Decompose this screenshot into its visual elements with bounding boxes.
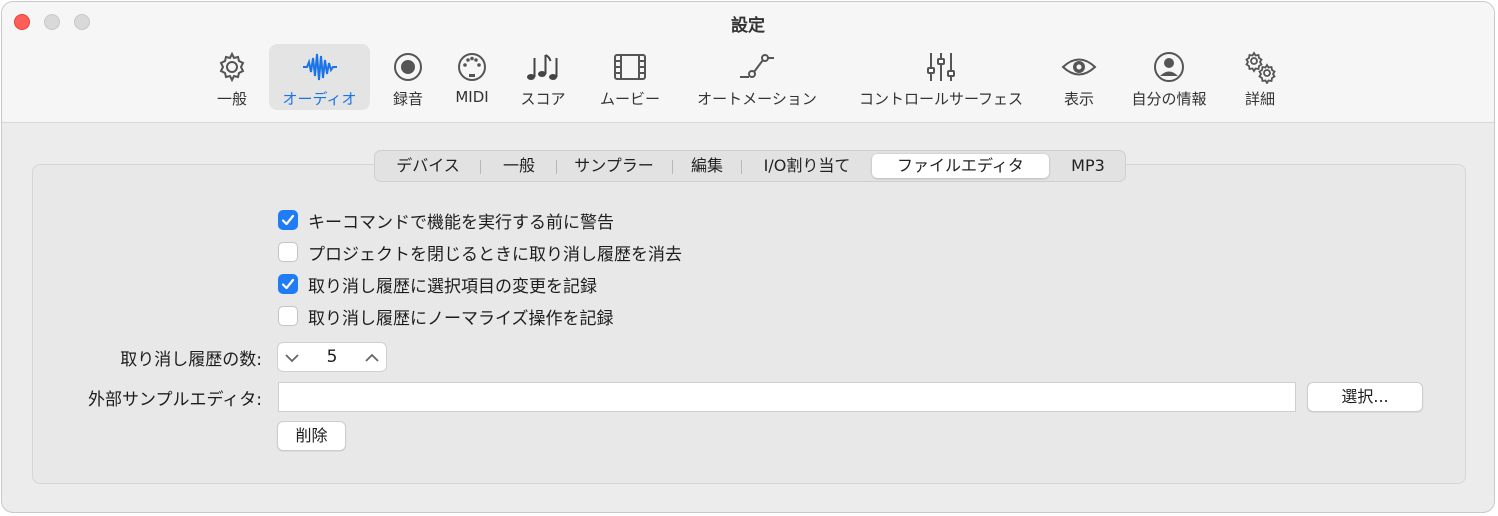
toolbar-item-advanced[interactable]: 詳細: [1228, 44, 1292, 110]
toolbar-label: 自分の情報: [1131, 90, 1207, 108]
tab-sampler[interactable]: サンプラー: [559, 154, 669, 178]
tab-mp3[interactable]: MP3: [1055, 154, 1121, 178]
tab-separator: [741, 160, 742, 174]
checkbox-unchecked[interactable]: [278, 306, 298, 326]
checkbox-unchecked[interactable]: [278, 242, 298, 262]
tab-edit[interactable]: 編集: [677, 154, 737, 178]
toolbar-label: 一般: [216, 90, 247, 108]
undo-count-stepper[interactable]: 5: [277, 342, 387, 372]
toolbar-item-automation[interactable]: オートメーション: [686, 44, 828, 110]
choose-button[interactable]: 選択...: [1307, 382, 1423, 412]
external-editor-path-field[interactable]: [278, 382, 1296, 412]
tab-separator: [480, 160, 481, 174]
option-warn-key-command[interactable]: キーコマンドで機能を実行する前に警告: [278, 208, 614, 233]
midi-port-icon: [458, 53, 486, 81]
toolbar-label: コントロールサーフェス: [858, 90, 1024, 108]
toolbar-item-general[interactable]: 一般: [200, 44, 264, 110]
undo-count-label: 取り消し履歴の数:: [120, 350, 262, 370]
toolbar-item-control-surfaces[interactable]: コントロールサーフェス: [846, 44, 1036, 110]
tab-general[interactable]: 一般: [485, 154, 553, 178]
toolbar-item-midi[interactable]: MIDI: [444, 44, 500, 110]
toolbar-label: 録音: [392, 90, 423, 108]
external-editor-label: 外部サンプルエディタ:: [87, 390, 262, 410]
preferences-window: 設定 一般 オーディオ 録音 MIDI スコア ムービー オートメーション コン…: [1, 1, 1495, 513]
delete-button[interactable]: 削除: [277, 421, 346, 451]
toolbar-item-my-info[interactable]: 自分の情報: [1122, 44, 1216, 110]
toolbar-item-score[interactable]: スコア: [510, 44, 576, 110]
checkmark-icon: [281, 278, 295, 290]
checkbox-checked[interactable]: [278, 274, 298, 294]
undo-count-value: 5: [326, 347, 338, 367]
checkbox-label: キーコマンドで機能を実行する前に警告: [308, 212, 614, 233]
checkbox-label: プロジェクトを閉じるときに取り消し履歴を消去: [308, 244, 682, 265]
tab-io-assignment[interactable]: I/O割り当て: [747, 154, 867, 178]
eye-icon: [1061, 58, 1097, 76]
subtab-bar: デバイス 一般 サンプラー 編集 I/O割り当て ファイルエディタ MP3: [374, 150, 1126, 182]
chevron-up-icon[interactable]: [364, 350, 380, 366]
titlebar: 設定 一般 オーディオ 録音 MIDI スコア ムービー オートメーション コン…: [2, 2, 1494, 123]
waveform-icon: [302, 53, 337, 81]
tab-devices[interactable]: デバイス: [381, 154, 475, 178]
gears-icon: [1245, 51, 1276, 84]
option-clear-undo-on-close[interactable]: プロジェクトを閉じるときに取り消し履歴を消去: [278, 240, 682, 265]
gear-icon: [219, 51, 245, 83]
toolbar-label: 詳細: [1244, 90, 1275, 108]
tab-file-editor[interactable]: ファイルエディタ: [872, 154, 1049, 178]
film-icon: [614, 54, 646, 80]
checkmark-icon: [281, 214, 295, 226]
toolbar-label: スコア: [520, 90, 566, 108]
person-circle-icon: [1154, 52, 1184, 82]
checkbox-label: 取り消し履歴にノーマライズ操作を記録: [308, 308, 614, 329]
toolbar-item-view[interactable]: 表示: [1050, 44, 1108, 110]
checkbox-label: 取り消し履歴に選択項目の変更を記録: [308, 276, 597, 297]
toolbar-item-movie[interactable]: ムービー: [592, 44, 668, 110]
toolbar-label: オートメーション: [697, 90, 817, 108]
music-notes-icon: [527, 54, 558, 80]
chevron-down-icon[interactable]: [284, 350, 300, 366]
window-title: 設定: [731, 16, 765, 36]
toolbar-item-record[interactable]: 録音: [378, 44, 438, 110]
sliders-icon: [927, 53, 955, 81]
checkbox-checked[interactable]: [278, 210, 298, 230]
toolbar-label: 表示: [1063, 90, 1094, 108]
automation-curve-icon: [740, 54, 774, 78]
option-record-normalize[interactable]: 取り消し履歴にノーマライズ操作を記録: [278, 304, 614, 329]
tab-separator: [672, 160, 673, 174]
option-record-selection-changes[interactable]: 取り消し履歴に選択項目の変更を記録: [278, 272, 597, 297]
toolbar-label: オーディオ: [282, 90, 357, 108]
record-icon: [394, 53, 422, 81]
settings-panel: [32, 164, 1466, 484]
tab-separator: [556, 160, 557, 174]
toolbar-item-audio[interactable]: オーディオ: [269, 44, 370, 110]
toolbar-label: MIDI: [455, 88, 489, 106]
toolbar-label: ムービー: [599, 90, 660, 108]
